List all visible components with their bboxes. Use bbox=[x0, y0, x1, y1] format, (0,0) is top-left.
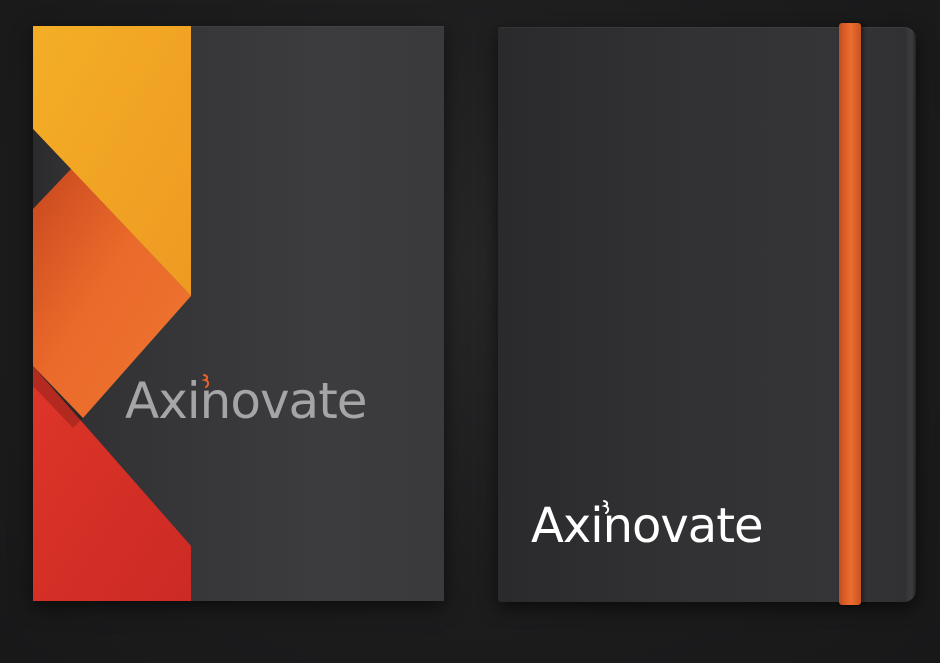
notebook-page-edge bbox=[906, 27, 916, 602]
presentation-folder: Axinovate bbox=[33, 26, 444, 601]
brand-wordmark-folder: Axinovate bbox=[125, 372, 368, 430]
elastic-strap bbox=[839, 23, 861, 605]
brand-wordmark-notebook: Axinovate bbox=[531, 498, 764, 554]
flame-icon bbox=[201, 374, 210, 388]
geometric-pattern bbox=[33, 26, 191, 601]
product-mockup-scene: Axinovate Axinovate bbox=[0, 0, 940, 663]
flame-icon bbox=[601, 500, 610, 514]
